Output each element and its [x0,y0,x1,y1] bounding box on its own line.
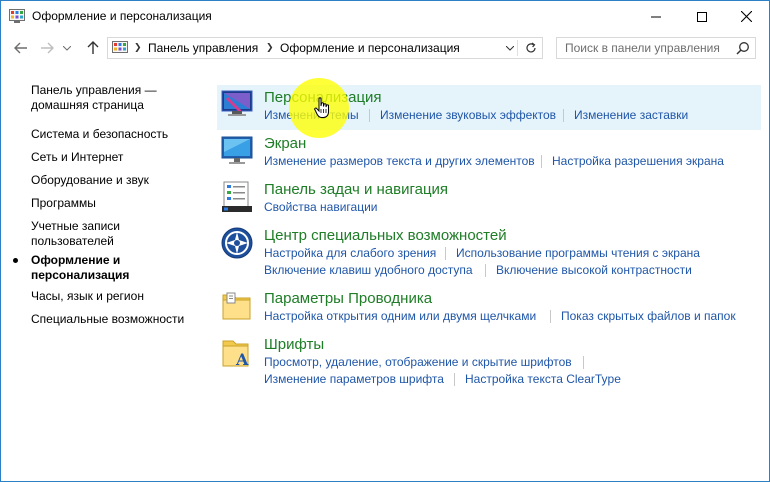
recent-locations-button[interactable] [61,40,73,56]
link-hidden-files[interactable]: Показ скрытых файлов и папок [561,309,736,323]
breadcrumb-separator-icon[interactable]: ❯ [134,42,142,53]
link-separator [445,247,446,260]
maximize-icon [697,11,707,22]
minimize-icon [651,16,661,17]
breadcrumb-separator-icon[interactable]: ❯ [266,42,274,53]
sidebar-item-user-accounts[interactable]: Учетные записи [31,219,120,234]
link-separator [485,264,486,277]
link-change-screensaver[interactable]: Изменение заставки [574,108,688,122]
sidebar-item-ease-of-access[interactable]: Специальные возможности [31,312,184,327]
up-button[interactable] [85,40,101,56]
link-separator [550,310,551,323]
arrow-left-icon [14,42,27,54]
ease-of-access-icon[interactable] [220,226,254,260]
category-title-display[interactable]: Экран [264,135,306,152]
link-screen-reader[interactable]: Использование программы чтения с экрана [456,246,700,260]
arrow-right-icon [41,42,54,54]
svg-text:A: A [235,350,249,369]
sidebar-item-appearance[interactable]: Оформление и [31,253,120,268]
sidebar-item-programs[interactable]: Программы [31,196,96,211]
title-bar[interactable]: Оформление и персонализация [1,1,769,32]
fonts-icon[interactable]: A [220,336,254,370]
sidebar-item-network[interactable]: Сеть и Интернет [31,150,123,165]
maximize-button[interactable] [679,1,725,32]
control-panel-icon [112,41,128,53]
link-screen-resolution[interactable]: Настройка разрешения экрана [552,154,724,168]
search-icon[interactable] [736,41,750,55]
personalization-icon[interactable] [220,87,254,121]
active-bullet-icon [13,258,18,263]
close-icon [740,11,752,22]
sidebar-item-clock-region[interactable]: Часы, язык и регион [31,289,144,304]
address-dropdown-button[interactable] [503,40,518,56]
control-panel-icon [9,9,25,23]
hand-cursor-icon [314,97,329,118]
breadcrumb-control-panel[interactable]: Панель управления [148,41,258,55]
breadcrumb-appearance[interactable]: Оформление и персонализация [280,41,460,55]
display-icon[interactable] [220,134,254,168]
link-change-sounds[interactable]: Изменение звуковых эффектов [380,108,556,122]
link-low-vision[interactable]: Настройка для слабого зрения [264,246,436,260]
search-box[interactable]: Поиск в панели управления [556,37,756,59]
sidebar-item-home[interactable]: Панель управления — [31,83,157,98]
category-title-ease-of-access[interactable]: Центр специальных возможностей [264,227,507,244]
sidebar-item-home[interactable]: домашняя страница [31,98,144,113]
link-text-size[interactable]: Изменение размеров текста и других элеме… [264,154,535,168]
link-separator [541,155,542,168]
link-separator [583,356,584,369]
sidebar-item-appearance[interactable]: персонализация [31,268,129,283]
link-separator [369,109,370,122]
sidebar-item-user-accounts[interactable]: пользователей [31,234,114,249]
link-separator [454,373,455,386]
back-button[interactable] [13,40,29,56]
arrow-up-icon [87,41,99,54]
refresh-button[interactable] [522,40,540,56]
chevron-down-icon [506,45,514,51]
sidebar-item-hardware-sound[interactable]: Оборудование и звук [31,173,149,188]
window-title: Оформление и персонализация [32,9,212,23]
link-click-options[interactable]: Настройка открытия одним или двумя щелчк… [264,309,536,323]
control-panel-window: Оформление и персонализация ❯ Панель упр… [0,0,770,482]
forward-button[interactable] [39,40,55,56]
category-title-taskbar[interactable]: Панель задач и навигация [264,181,448,198]
sidebar-item-system-security[interactable]: Система и безопасность [31,127,168,142]
link-font-settings[interactable]: Изменение параметров шрифта [264,372,444,386]
link-sticky-keys[interactable]: Включение клавиш удобного доступа [264,263,473,277]
sidebar: Панель управления — домашняя страница Си… [1,63,211,481]
link-high-contrast[interactable]: Включение высокой контрастности [496,263,692,277]
refresh-icon [526,42,536,53]
taskbar-icon[interactable] [220,180,254,214]
category-title-explorer-options[interactable]: Параметры Проводника [264,290,432,307]
link-navigation-properties[interactable]: Свойства навигации [264,200,377,214]
search-placeholder[interactable]: Поиск в панели управления [565,41,720,55]
link-separator [563,109,564,122]
folder-options-icon[interactable] [220,289,254,323]
chevron-down-icon [63,45,71,51]
link-cleartype[interactable]: Настройка текста ClearType [465,372,621,386]
category-title-fonts[interactable]: Шрифты [264,336,324,353]
navigation-bar: ❯ Панель управления ❯ Оформление и персо… [1,33,769,63]
address-bar[interactable]: ❯ Панель управления ❯ Оформление и персо… [107,37,543,59]
link-manage-fonts[interactable]: Просмотр, удаление, отображение и скрыти… [264,355,572,369]
minimize-button[interactable] [633,1,679,32]
close-button[interactable] [723,1,769,32]
